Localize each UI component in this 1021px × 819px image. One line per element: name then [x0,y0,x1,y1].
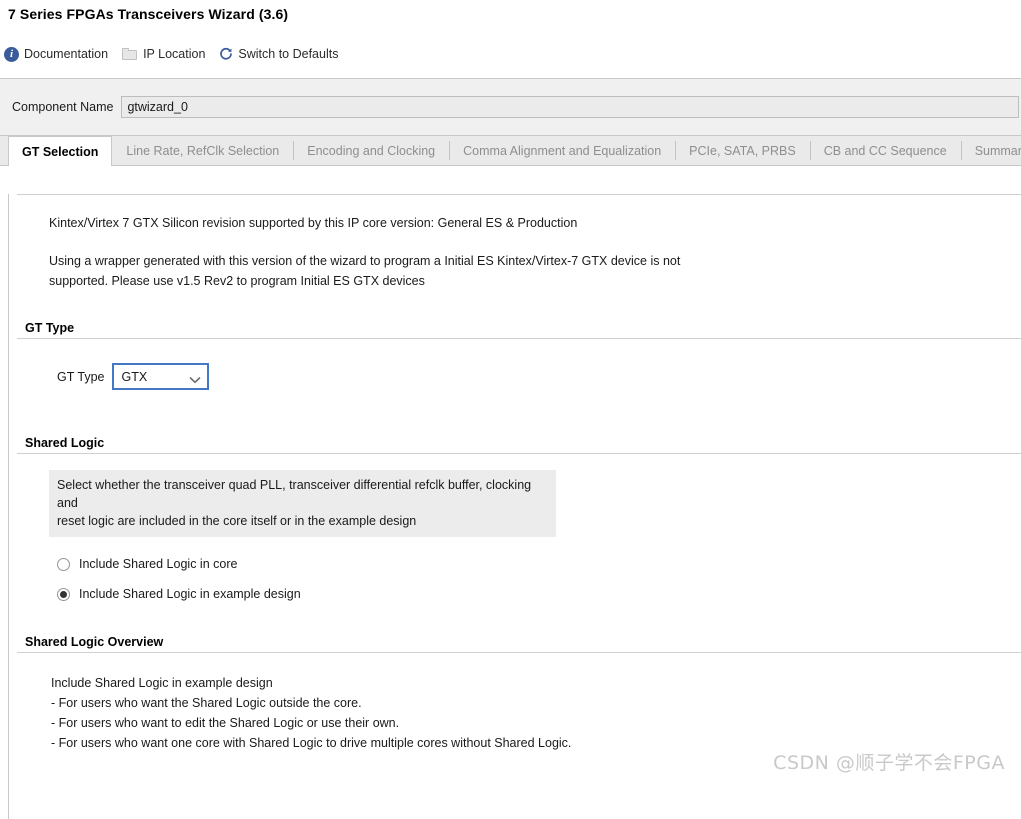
gt-type-dropdown[interactable]: GTX [112,363,210,390]
info-line-2: Using a wrapper generated with this vers… [49,254,681,268]
tab-strip: GT Selection Line Rate, RefClk Selection… [0,136,1021,166]
component-name-input[interactable] [121,96,1019,118]
documentation-label: Documentation [24,47,109,61]
shared-logic-section-title: Shared Logic [25,436,105,450]
component-name-bar: Component Name [0,78,1021,136]
gt-type-section: GT Type [9,321,1021,339]
tab-gt-selection[interactable]: GT Selection [8,136,113,166]
tab-pcie-sata-prbs[interactable]: PCIe, SATA, PRBS [675,136,810,165]
radio-include-shared-logic-in-core[interactable]: Include Shared Logic in core [57,549,1021,579]
window-title-bar: 7 Series FPGAs Transceivers Wizard (3.6) [0,0,1021,30]
gt-type-row: GT Type GTX [9,363,1021,390]
shared-logic-description-line-2: reset logic are included in the core its… [57,514,417,528]
tab-cb-and-cc-sequence[interactable]: CB and CC Sequence [809,136,961,165]
info-icon: i [4,46,19,62]
shared-logic-section: Shared Logic [9,436,1021,454]
radio-indicator [57,587,70,601]
shared-logic-overview-title: Shared Logic Overview [25,635,164,649]
radio-label: Include Shared Logic in core [79,557,238,571]
page-title: 7 Series FPGAs Transceivers Wizard (3.6) [8,6,289,22]
overview-heading: Include Shared Logic in example design [51,676,273,690]
overview-bullet-1: - For users who want the Shared Logic ou… [51,696,362,710]
shared-logic-section-rule [17,453,1021,454]
info-line-1: Kintex/Virtex 7 GTX Silicon revision sup… [49,216,578,230]
overview-bullet-2: - For users who want to edit the Shared … [51,716,400,730]
tab-label: PCIe, SATA, PRBS [689,143,796,158]
shared-logic-description: Select whether the transceiver quad PLL,… [49,470,556,537]
shared-logic-overview-rule [17,652,1021,653]
shared-logic-description-line-1: Select whether the transceiver quad PLL,… [57,478,532,510]
gt-type-selected-value: GTX [121,369,148,384]
folder-icon [122,47,138,61]
ip-location-button[interactable]: IP Location [122,47,205,61]
tab-label: CB and CC Sequence [823,143,947,158]
tab-label: Line Rate, RefClk Selection [126,143,280,158]
radio-indicator [57,557,70,571]
toolbar: i Documentation IP Location Switch to De… [0,30,1021,78]
tab-label: Comma Alignment and Equalization [463,143,662,158]
tab-encoding-and-clocking[interactable]: Encoding and Clocking [293,136,450,165]
radio-label: Include Shared Logic in example design [79,587,301,601]
gt-type-section-title: GT Type [25,321,75,335]
tab-label: GT Selection [22,144,99,159]
component-name-label: Component Name [12,100,114,114]
chevron-down-icon [189,373,201,383]
tab-summary[interactable]: Summary [960,136,1021,165]
gt-type-field-label: GT Type [57,369,105,384]
tab-label: Encoding and Clocking [307,143,436,158]
shared-logic-overview-body: Include Shared Logic in example design -… [51,673,1021,753]
gt-selection-panel: Kintex/Virtex 7 GTX Silicon revision sup… [8,194,1021,819]
ip-location-label: IP Location [143,47,206,61]
watermark: CSDN @顺子学不会FPGA [773,752,1005,774]
refresh-icon [219,47,233,61]
shared-logic-overview-section: Shared Logic Overview [9,635,1021,653]
tab-line-rate-refclk-selection[interactable]: Line Rate, RefClk Selection [112,136,294,165]
tab-comma-alignment-and-equalization[interactable]: Comma Alignment and Equalization [449,136,676,165]
documentation-button[interactable]: i Documentation [4,46,109,62]
gt-type-section-rule [17,338,1021,339]
radio-include-shared-logic-in-example-design[interactable]: Include Shared Logic in example design [57,579,1021,609]
switch-to-defaults-label: Switch to Defaults [238,47,339,61]
silicon-revision-info: Kintex/Virtex 7 GTX Silicon revision sup… [9,195,1021,291]
tab-label: Summary [974,143,1021,158]
info-line-3: supported. Please use v1.5 Rev2 to progr… [49,274,425,288]
shared-logic-radio-group: Include Shared Logic in core Include Sha… [57,549,1021,609]
switch-to-defaults-button[interactable]: Switch to Defaults [219,47,338,61]
